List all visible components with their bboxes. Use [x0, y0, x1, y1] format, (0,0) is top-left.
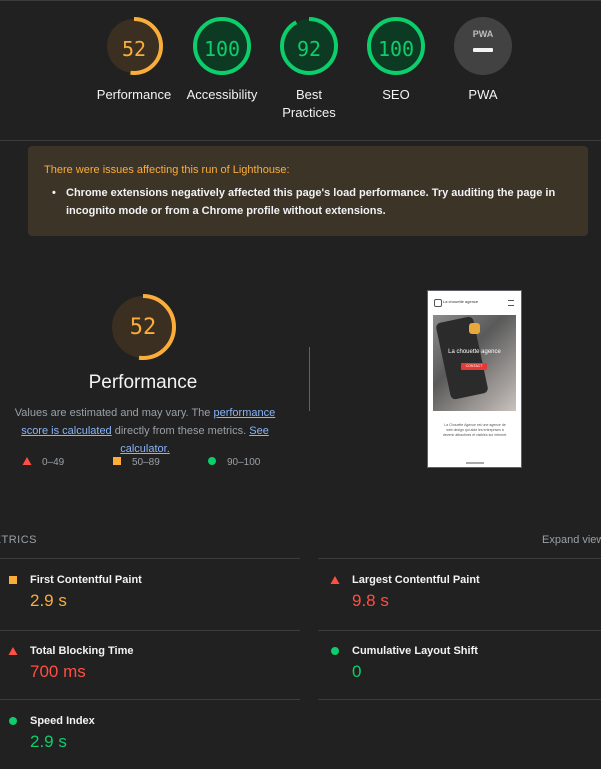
legend-average-label: 50–89 — [132, 457, 160, 468]
metric-name: Speed Index — [30, 715, 95, 727]
metric-value: 9.8 s — [352, 591, 389, 610]
page-screenshot: La chouette agence La chouette agence CO… — [427, 290, 522, 468]
gauge-seo-value: 100 — [377, 37, 415, 61]
warning-title: There were issues affecting this run of … — [44, 164, 290, 176]
legend-fail: 0–49 — [22, 456, 64, 468]
warning-box: There were issues affecting this run of … — [28, 146, 588, 236]
metric-name: Cumulative Layout Shift — [352, 645, 478, 657]
triangle-fail-icon — [22, 457, 32, 465]
owl-hero-icon — [469, 323, 480, 334]
vertical-divider — [309, 347, 310, 411]
performance-score-large: 52 — [129, 315, 157, 340]
desc-text-1: Values are estimated and may vary. The — [14, 407, 214, 419]
performance-gauge-large: 52 — [108, 294, 178, 360]
metric-value: 2.9 s — [30, 591, 67, 610]
metrics-divider — [0, 630, 300, 631]
triangle-fail-icon — [8, 647, 18, 655]
gauge-pwa[interactable]: PWA PWA — [441, 16, 525, 104]
owl-logo-icon — [434, 299, 442, 307]
legend-average: 50–89 — [112, 456, 160, 468]
metrics-heading-text: METRICS — [0, 534, 37, 546]
screenshot-hero-text: La chouette agence — [448, 349, 501, 355]
desc-text-2: directly from these metrics. — [111, 425, 250, 437]
top-divider — [0, 0, 601, 1]
legend-pass-label: 90–100 — [227, 457, 261, 468]
gauge-seo-label: SEO — [382, 87, 410, 102]
gauge-performance-value: 52 — [121, 37, 147, 61]
circle-pass-icon — [331, 647, 339, 655]
warning-item: Chrome extensions negatively affected th… — [66, 187, 556, 217]
pwa-badge-text: PWA — [472, 29, 494, 39]
gauge-performance-label: Performance — [96, 87, 172, 102]
legend-fail-label: 0–49 — [42, 457, 65, 468]
metric-name: First Contentful Paint — [30, 574, 142, 586]
metrics-divider — [318, 699, 601, 700]
screenshot-body-text: La Chouette Agence est une agence de web… — [442, 423, 508, 437]
gauge-accessibility[interactable]: 100 Accessibility — [180, 16, 264, 104]
metric-value: 2.9 s — [30, 732, 67, 751]
expand-view-toggle[interactable]: Expand view — [542, 534, 601, 546]
metrics-divider — [318, 558, 601, 559]
header-divider — [0, 140, 601, 141]
warning-list: • Chrome extensions negatively affected … — [52, 184, 566, 220]
circle-pass-icon — [208, 457, 216, 465]
gauge-performance[interactable]: 52 Performance — [92, 16, 176, 104]
gauge-best-practices-label: Best Practices — [282, 87, 336, 120]
gauge-seo[interactable]: 100 SEO — [354, 16, 438, 104]
metric-name: Total Blocking Time — [30, 645, 134, 657]
gauge-accessibility-value: 100 — [203, 37, 241, 61]
legend-pass: 90–100 — [207, 456, 260, 468]
metric-value: 0 — [352, 662, 362, 681]
metrics-divider — [318, 630, 601, 631]
screenshot-bottom-bar — [466, 462, 484, 464]
gauge-pwa-label: PWA — [468, 87, 498, 102]
screenshot-site-name: La chouette agence — [443, 299, 479, 304]
gauge-accessibility-label: Accessibility — [186, 87, 258, 102]
metric-name: Largest Contentful Paint — [352, 574, 480, 586]
triangle-fail-icon — [330, 576, 340, 584]
bullet-icon: • — [52, 187, 56, 199]
metrics-divider — [0, 558, 300, 559]
gauge-best-practices[interactable]: 92 Best Practices — [267, 16, 351, 122]
metrics-divider — [0, 699, 300, 700]
gauge-best-practices-value: 92 — [296, 37, 322, 61]
phone-image — [435, 315, 489, 401]
hamburger-icon — [508, 300, 514, 306]
square-average-icon — [9, 576, 17, 584]
metrics-heading: METRICS — [0, 534, 37, 546]
screenshot-header: La chouette agence — [428, 291, 521, 313]
pwa-badge-icon — [454, 17, 512, 75]
metric-value: 700 ms — [30, 662, 86, 681]
circle-pass-icon — [9, 717, 17, 725]
performance-description: Values are estimated and may vary. The p… — [0, 404, 290, 458]
square-average-icon — [113, 457, 121, 465]
screenshot-cta: CONTACT — [461, 363, 487, 370]
performance-heading: Performance — [88, 372, 198, 393]
screenshot-hero: La chouette agence CONTACT — [433, 315, 516, 411]
